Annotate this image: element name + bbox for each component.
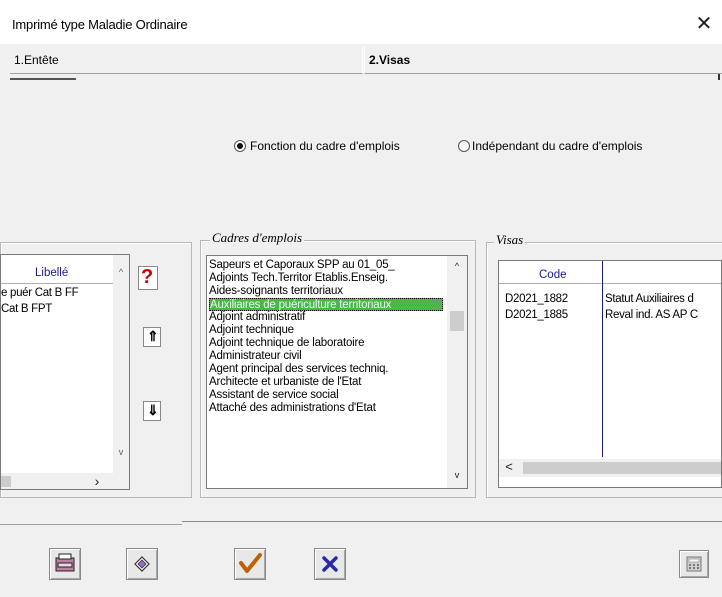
list-item[interactable]: Sapeurs et Caporaux SPP au 01_05_	[209, 259, 395, 272]
table-cell-label[interactable]: Reval ind. AS AP C	[605, 309, 698, 321]
list-item[interactable]: Adjoint technique de laboratoire	[209, 337, 365, 350]
tab-visas-label: 2.Visas	[369, 53, 411, 67]
scroll-down-icon[interactable]: v	[113, 447, 129, 457]
move-up-button[interactable]: ⇑	[143, 327, 161, 347]
cadres-vscroll[interactable]: ^ v	[447, 256, 467, 488]
cancel-button[interactable]	[314, 548, 346, 580]
list-item[interactable]: Aides-soignants territoriaux	[209, 285, 343, 298]
list-item[interactable]: Cat B FPT	[1, 303, 52, 315]
tab-edge	[718, 74, 720, 80]
print-button[interactable]	[49, 548, 81, 580]
arrow-down-icon: ⇓	[147, 402, 159, 418]
help-icon: ?	[141, 266, 154, 288]
tab-visas[interactable]: 2.Visas	[364, 47, 722, 74]
radio-independant-label[interactable]: Indépendant du cadre d'emplois	[472, 139, 642, 153]
calculator-icon	[686, 556, 702, 572]
left-list[interactable]: Libellé e puér Cat B FF Cat B FPT ^ v ›	[0, 254, 130, 490]
scroll-up-icon[interactable]: ^	[113, 267, 129, 277]
cadres-vscroll-thumb[interactable]	[450, 311, 464, 331]
scroll-right-icon[interactable]: ›	[89, 473, 105, 489]
close-icon[interactable]: ✕	[692, 12, 716, 36]
arrow-up-icon: ⇑	[147, 328, 159, 344]
left-vscroll[interactable]: ^ v	[113, 255, 129, 473]
list-item[interactable]: Adjoint technique	[209, 324, 294, 337]
list-item[interactable]: e puér Cat B FF	[1, 287, 79, 299]
column-divider	[602, 261, 603, 457]
tab-entete[interactable]: 1.Entête	[10, 47, 363, 74]
scroll-left-icon[interactable]: <	[503, 459, 515, 474]
tab-entete-label: 1.Entête	[14, 53, 59, 67]
left-list-header: Libellé	[35, 267, 69, 279]
radio-fonction-label[interactable]: Fonction du cadre d'emplois	[250, 139, 400, 153]
move-down-button[interactable]: ⇓	[143, 401, 161, 421]
scroll-down-icon[interactable]: v	[447, 470, 467, 480]
list-item[interactable]: Administrateur civil	[209, 350, 302, 363]
radio-fonction[interactable]	[234, 140, 246, 152]
list-item[interactable]: Adjoints Tech.Territor Etablis.Enseig.	[209, 272, 388, 285]
left-hscroll-thumb[interactable]	[1, 476, 11, 487]
calculator-button[interactable]	[679, 550, 709, 578]
visas-hscroll-thumb[interactable]	[523, 462, 721, 474]
help-button[interactable]: ?	[138, 266, 158, 290]
window-title: Imprimé type Maladie Ordinaire	[12, 17, 188, 32]
cross-icon	[322, 556, 338, 572]
list-item[interactable]: Architecte et urbaniste de l'Etat	[209, 376, 361, 389]
separator	[182, 521, 722, 522]
table-cell-code[interactable]: D2021_1882	[505, 293, 568, 305]
radio-independant[interactable]	[458, 140, 470, 152]
print-icon	[55, 553, 75, 572]
visas-caption: Visas	[494, 232, 526, 248]
check-icon	[239, 553, 262, 573]
preview-button[interactable]	[126, 548, 158, 580]
table-cell-code[interactable]: D2021_1885	[505, 309, 568, 321]
list-item[interactable]: Assistant de service social	[209, 389, 339, 402]
list-item[interactable]: Adjoint administratif	[209, 311, 305, 324]
validate-button[interactable]	[234, 548, 266, 580]
header-divider	[499, 283, 721, 284]
preview-icon	[134, 556, 150, 572]
list-item[interactable]: Agent principal des services techniq.	[209, 363, 388, 376]
tab-underline	[10, 78, 76, 80]
visas-header-code: Code	[539, 269, 567, 281]
separator	[0, 524, 182, 525]
left-hscroll[interactable]: ›	[1, 473, 129, 489]
cadres-caption: Cadres d'emplois	[210, 230, 305, 246]
header-divider	[1, 283, 113, 284]
scroll-up-icon[interactable]: ^	[447, 261, 467, 271]
list-item-selected[interactable]: Auxiliaires de puériculture territoriaux	[209, 298, 443, 311]
table-cell-label[interactable]: Statut Auxiliaires d	[605, 293, 694, 305]
cadres-list[interactable]: Sapeurs et Caporaux SPP au 01_05_ Adjoin…	[206, 255, 468, 489]
visas-table[interactable]: Code D2021_1882 Statut Auxiliaires d D20…	[498, 260, 722, 488]
visas-hscroll[interactable]: <	[499, 459, 721, 477]
list-item[interactable]: Attaché des administrations d'Etat	[209, 402, 376, 415]
